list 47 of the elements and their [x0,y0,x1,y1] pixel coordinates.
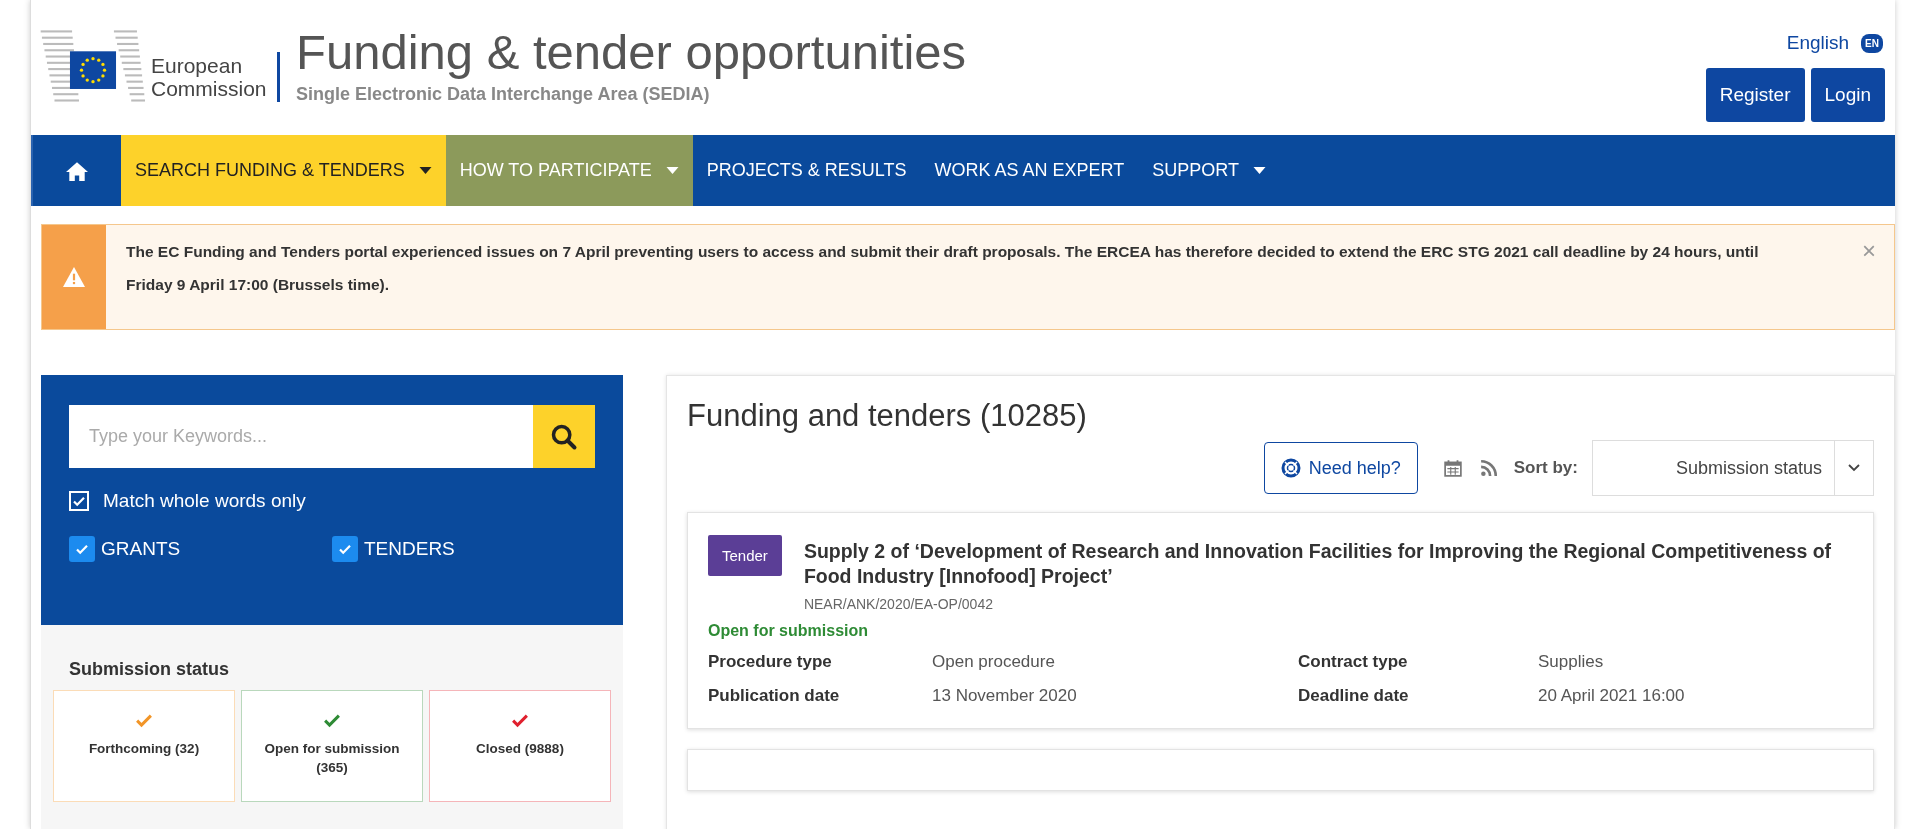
home-icon [66,160,88,181]
nav-menu-item[interactable]: WORK AS AN EXPERT [920,135,1139,206]
nav-menu-item[interactable]: SEARCH FUNDING & TENDERS [121,135,446,206]
rss-icon [1479,459,1498,477]
nav-menu-item[interactable]: SUPPORT [1138,135,1280,206]
field-value: 20 April 2021 16:00 [1538,686,1686,706]
calendar-icon [1443,459,1462,477]
checkbox-label: GRANTS [101,538,181,560]
sort-dropdown[interactable]: Submission status [1592,440,1874,496]
organization-name: European Commission [151,54,268,100]
result-card[interactable] [687,512,1874,729]
field-label: Contract type [1298,652,1409,672]
alert-message: The EC Funding and Tenders portal experienced issues on 7 April preventing users to access and submit their draft proposals. The ERCEA has therefore decided to extend the ERC STG 2021 call deadline by 24 hours, until Friday 9 April 17:00 (Brussels time). [125,242,1760,295]
status-text: Open for submission [708,622,869,640]
search-field[interactable]: Type your Keywords... [69,405,533,468]
site-title: Funding & tender opportunities [296,24,967,80]
field-label: Deadline date [1298,686,1410,706]
field-value: Open procedure [932,652,1056,672]
type-tag: Tender [708,535,782,576]
sort-label: Sort by: [1513,458,1578,478]
field-value: Supplies [1538,652,1605,672]
reference-number: NEAR/ANK/2020/EA-OP/0042 [803,596,994,612]
field-label: Procedure type [708,652,833,672]
field-value: 13 November 2020 [932,686,1078,706]
checkbox[interactable] [69,536,95,562]
checkbox-label: TENDERS [364,538,455,560]
checkbox[interactable] [332,536,358,562]
search-button[interactable] [533,405,595,468]
status-filter-button[interactable]: Closed (9888) [429,690,611,802]
field-label: Publication date [708,686,841,706]
nav-menu-item[interactable]: PROJECTS & RESULTS [692,135,921,206]
chevron-down-icon [1848,464,1860,472]
lifebuoy-icon [1280,458,1301,478]
language-selector[interactable]: English EN [1786,32,1883,54]
site-subtitle: Single Electronic Data Interchange Area (SEDIA) [296,84,711,105]
results-heading: Funding and tenders (10285) [687,398,1088,434]
help-button[interactable]: Need help? [1263,442,1418,494]
header-button[interactable]: Login [1810,68,1885,122]
calendar-button[interactable] [1441,457,1464,479]
header-button[interactable]: Register [1705,68,1805,122]
filter-title: Submission status [69,659,231,680]
result-title[interactable]: Supply 2 of ‘Development of Research and Innovation Facilities for Improving the Regional Competitiveness of Food Industry [Innofood] Project’ [803,539,1853,589]
status-filter-button[interactable]: Forthcoming (32) [53,690,235,802]
status-filter-button[interactable]: Open for submission (365) [241,690,423,802]
warning-icon [63,267,85,287]
checkbox-label: Match whole words only [103,490,306,512]
search-icon [550,422,578,451]
